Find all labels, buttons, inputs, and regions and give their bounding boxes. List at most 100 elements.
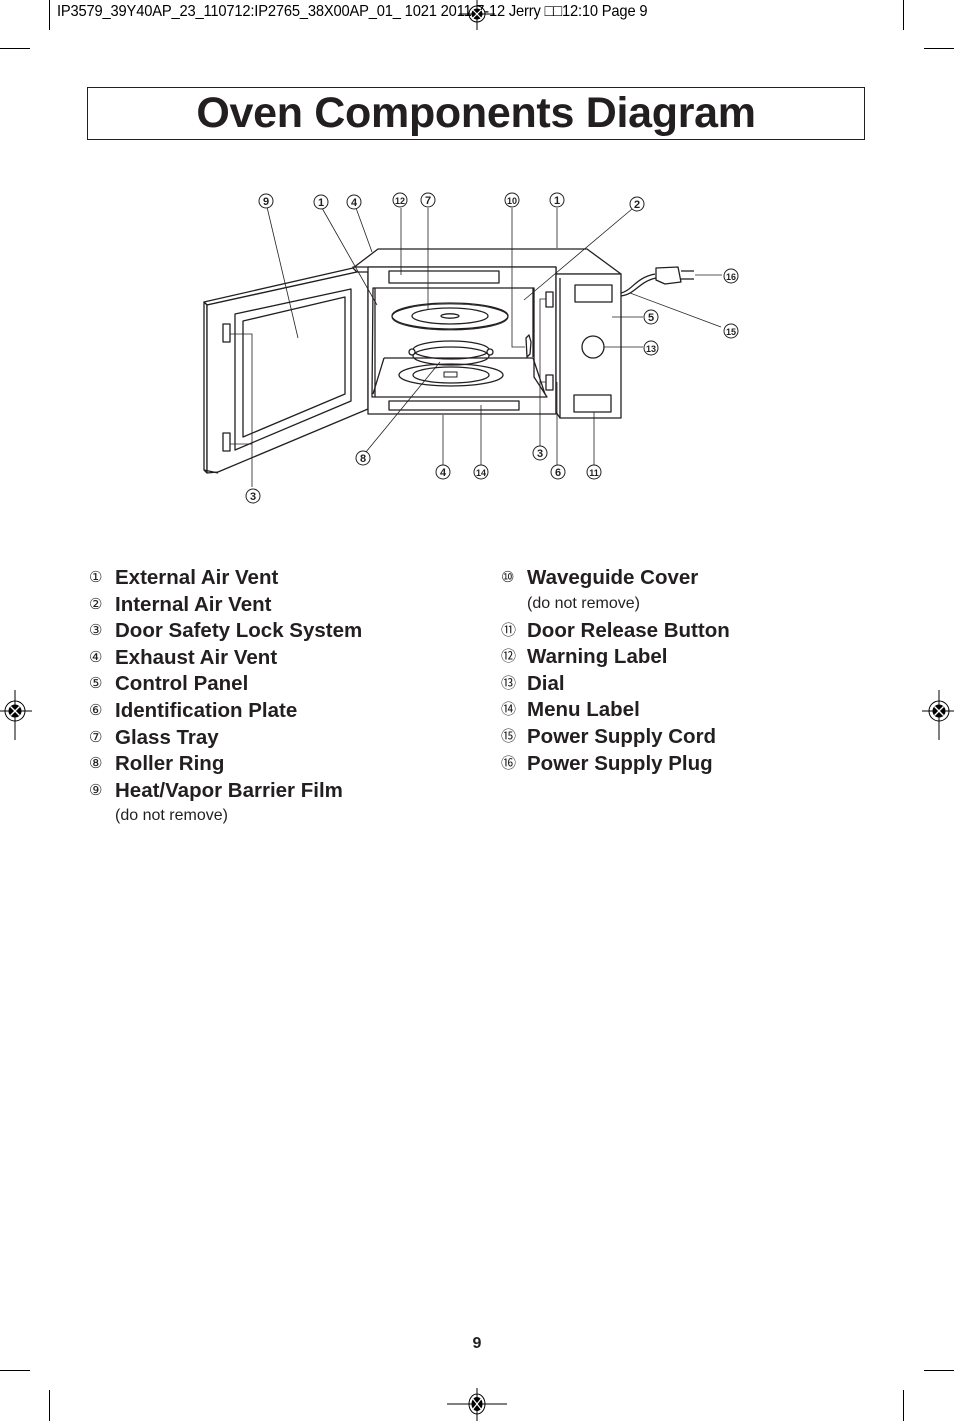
item-number: ⑫ [501, 648, 517, 666]
print-slug: IP3579_39Y40AP_23_110712:IP2765_38X00AP_… [57, 3, 648, 20]
legend-item: ⑤ Control Panel [89, 671, 362, 698]
item-number: ⑮ [501, 727, 517, 745]
callout-8: 8 [355, 450, 371, 466]
item-number: ⑥ [89, 701, 103, 719]
crop-mark [924, 1370, 954, 1371]
item-number: ⑬ [501, 674, 517, 692]
legend-item: ⑪ Door Release Button [501, 618, 730, 645]
item-label: Control Panel [115, 672, 249, 696]
oven-door [203, 267, 369, 474]
page-number: 9 [472, 1335, 482, 1352]
legend-item: ② Internal Air Vent [89, 592, 362, 619]
callout-3: 3 [532, 445, 548, 461]
oven-body [352, 248, 622, 419]
item-label: Power Supply Plug [527, 751, 713, 775]
callout-3: 3 [245, 488, 261, 504]
svg-text:10: 10 [507, 196, 517, 206]
item-label: External Air Vent [115, 566, 279, 589]
item-number: ⑤ [89, 675, 103, 693]
legend-item: ⑮ Power Supply Cord [501, 724, 730, 751]
callout-16: 16 [723, 268, 739, 284]
callout-4: 4 [346, 194, 362, 210]
legend-left: ① External Air Vent ② Internal Air Vent ③D… [89, 565, 362, 830]
item-label: Roller Ring [115, 752, 225, 776]
crop-mark [903, 0, 904, 30]
item-number: ① [89, 569, 103, 586]
crop-mark [903, 1390, 904, 1421]
registration-mark-icon [447, 1388, 507, 1421]
item-label: Dial [527, 671, 565, 695]
item-label: Waveguide Cover [527, 566, 699, 589]
item-label: Internal Air Vent [115, 592, 272, 616]
item-number: ② [89, 595, 103, 613]
callout-2: 2 [629, 196, 645, 212]
legend-item: ⑯ Power Supply Plug [501, 751, 730, 778]
item-number: ⑨ [89, 781, 103, 799]
callout-10: 10 [504, 192, 520, 208]
svg-text:4: 4 [440, 467, 447, 479]
svg-text:4: 4 [351, 197, 358, 209]
svg-text:6: 6 [555, 467, 561, 479]
callout-12: 12 [392, 192, 408, 208]
registration-mark-icon [0, 690, 32, 740]
svg-text:1: 1 [318, 197, 324, 209]
item-label: Door Release Button [527, 618, 730, 642]
crop-mark [49, 0, 50, 30]
svg-text:3: 3 [537, 448, 543, 460]
legend-item: ① External Air Vent [89, 565, 362, 592]
item-number: ③ [89, 622, 103, 640]
svg-text:12: 12 [395, 196, 405, 206]
callout-4: 4 [435, 464, 451, 480]
crop-mark [0, 48, 30, 49]
svg-text:3: 3 [250, 491, 256, 503]
item-label: Power Supply Cord [527, 724, 717, 748]
legend-right: ⑩ Waveguide Cover (do not remove) ⑪ Door R… [501, 565, 730, 777]
crop-mark [49, 1390, 50, 1421]
legend-item: ⑬ Dial [501, 671, 730, 698]
legend-item: ⑥ Identification Plate [89, 698, 362, 725]
legend-item: ⑫ Warning Label [501, 644, 730, 671]
callout-6: 6 [550, 464, 566, 480]
legend-item: ⑨ Heat/Vapor Barrier Film [89, 778, 362, 805]
page-title: Oven Components Diagram [196, 89, 756, 137]
callout-9: 9 [258, 193, 274, 209]
title-box: Oven Components Diagram [87, 87, 865, 140]
item-number: ⑧ [89, 755, 103, 773]
svg-text:2: 2 [634, 199, 640, 211]
legend-item: ④ Exhaust Air Vent [89, 645, 362, 672]
svg-text:7: 7 [425, 195, 431, 207]
svg-text:13: 13 [646, 344, 656, 354]
callout-1: 1 [313, 194, 329, 210]
callout-13: 13 [643, 340, 659, 356]
legend-item: ⑦ Glass Tray [89, 725, 362, 752]
item-note: (do not remove) [527, 594, 640, 612]
item-number: ⑩ [501, 569, 515, 586]
svg-text:15: 15 [726, 327, 736, 337]
callout-14: 14 [473, 464, 489, 480]
callout-1: 1 [549, 192, 565, 208]
item-number: ⑪ [501, 621, 517, 639]
registration-mark-icon [922, 690, 954, 740]
registration-mark-icon [459, 0, 495, 30]
crop-mark [924, 48, 954, 49]
item-number: ④ [89, 648, 103, 666]
legend-item: ⑩ Waveguide Cover [501, 565, 730, 592]
item-label: Door Safety Lock System [115, 619, 363, 643]
svg-text:16: 16 [726, 272, 736, 282]
callout-5: 5 [643, 309, 659, 325]
item-label: Warning Label [527, 645, 668, 669]
svg-text:11: 11 [589, 468, 599, 478]
svg-text:14: 14 [476, 468, 486, 478]
item-number: ⑭ [501, 701, 517, 719]
item-label: Identification Plate [115, 698, 298, 722]
callout-15: 15 [723, 323, 739, 339]
crop-mark [0, 1370, 30, 1371]
legend-item: ⑭ Menu Label [501, 697, 730, 724]
power-cord [620, 266, 694, 297]
svg-text:5: 5 [648, 312, 654, 324]
item-note: (do not remove) [115, 807, 228, 825]
callout-7: 7 [420, 192, 436, 208]
oven-diagram: 9 1 4 12 7 10 1 2 16 5 15 13 8 4 14 3 6 … [203, 192, 739, 504]
item-label: Heat/Vapor Barrier Film [115, 778, 343, 802]
item-label: Glass Tray [115, 725, 219, 749]
